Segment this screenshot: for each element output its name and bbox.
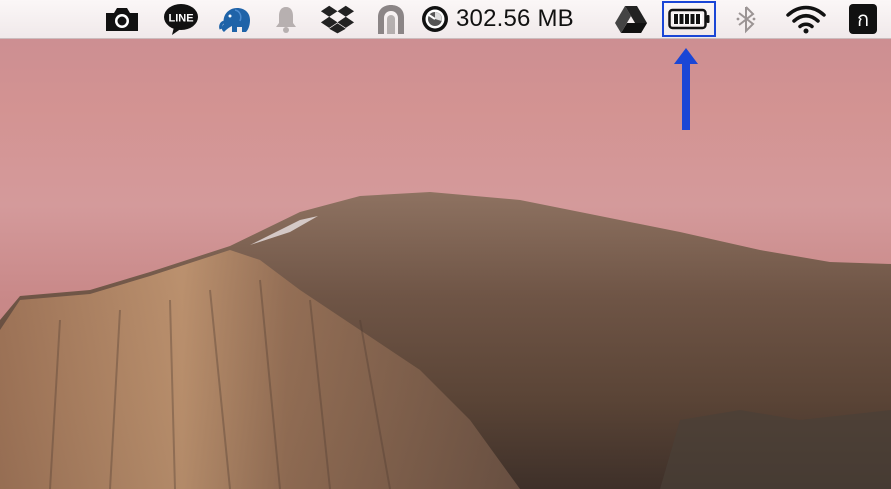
menu-bar: LINE 302.56 MB ก: [0, 0, 891, 39]
arch-app-icon[interactable]: [372, 0, 410, 38]
input-source-label: ก: [856, 7, 870, 31]
memory-monitor[interactable]: 302.56 MB: [420, 0, 600, 38]
battery-highlight-box: [662, 1, 716, 37]
line-icon[interactable]: LINE: [161, 0, 201, 38]
camera-icon[interactable]: [100, 0, 144, 38]
google-drive-icon[interactable]: [612, 0, 650, 38]
dropbox-icon[interactable]: [318, 0, 358, 38]
evernote-elephant-icon[interactable]: [216, 0, 256, 38]
desktop-wallpaper: [0, 0, 891, 489]
wallpaper-rock: [0, 192, 891, 489]
memory-readout: 302.56 MB: [456, 5, 574, 32]
memory-gauge-icon: [422, 6, 448, 32]
input-source-icon[interactable]: ก: [846, 0, 880, 38]
wifi-icon[interactable]: [783, 0, 829, 38]
bluetooth-icon[interactable]: [730, 0, 762, 38]
line-icon-label: LINE: [168, 13, 193, 25]
notification-bell-icon[interactable]: [268, 0, 304, 38]
annotation-arrow: [674, 48, 698, 130]
